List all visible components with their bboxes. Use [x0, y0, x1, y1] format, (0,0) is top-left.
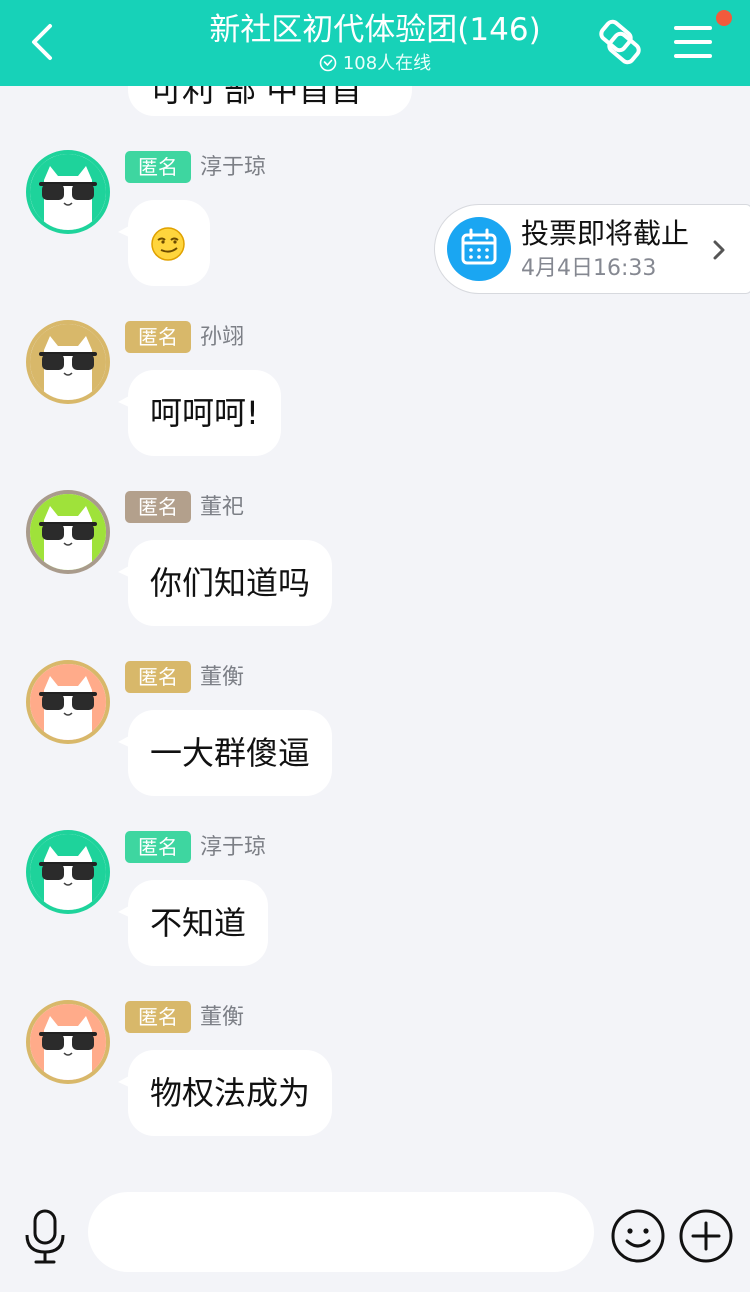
group-link-button[interactable] [592, 18, 646, 68]
chat-messages[interactable]: 可利 部 中首首 匿名 淳于琼 😏 [0, 86, 750, 1176]
message-bubble[interactable]: 😏 [118, 200, 210, 286]
chat-header: 新社区初代体验团(146) 108人在线 [0, 0, 750, 86]
message-bubble[interactable]: 呵呵呵! [118, 370, 281, 456]
avatar[interactable] [26, 150, 110, 234]
message-text: 呵呵呵! [150, 394, 259, 432]
bubble-tail [118, 730, 140, 752]
emoji-button[interactable] [610, 1208, 666, 1264]
message-bubble[interactable]: 一大群傻逼 [118, 710, 333, 796]
voice-button[interactable] [22, 1208, 68, 1266]
input-bar [0, 1176, 750, 1292]
chat-message: 匿名 孙翊 呵呵呵! [0, 320, 750, 480]
smirk-emoji-icon [151, 227, 185, 261]
bubble-tail [118, 220, 140, 242]
avatar[interactable] [26, 1000, 110, 1084]
cat-sunglasses-icon [30, 494, 106, 570]
sender-name: 孙翊 [200, 325, 245, 350]
vote-title: 投票即将截止 [521, 217, 690, 250]
sender-name: 董衡 [200, 1005, 245, 1030]
avatar[interactable] [26, 660, 110, 744]
vote-deadline-card[interactable]: 投票即将截止 4月4日16:33 [434, 204, 750, 294]
sender-name: 淳于琼 [200, 155, 267, 180]
online-count-text: 108人在线 [342, 53, 432, 74]
anonymous-tag: 匿名 [125, 491, 191, 523]
sender-name: 董祀 [200, 495, 245, 520]
message-text: 你们知道吗 [150, 564, 311, 602]
chat-message: 匿名 董衡 一大群傻逼 [0, 660, 750, 820]
more-button[interactable] [678, 1208, 734, 1264]
sender-name: 淳于琼 [200, 835, 267, 860]
avatar[interactable] [26, 320, 110, 404]
message-text: 可利 部 中首首 [150, 86, 363, 109]
check-circle-icon [319, 54, 337, 72]
message-text: 一大群傻逼 [150, 734, 311, 772]
calendar-icon [447, 217, 511, 281]
avatar[interactable] [26, 830, 110, 914]
anonymous-tag: 匿名 [125, 831, 191, 863]
cat-sunglasses-icon [30, 154, 106, 230]
cat-sunglasses-icon [30, 324, 106, 400]
microphone-icon [25, 1209, 65, 1264]
bubble-tail [118, 390, 140, 412]
sender-name: 董衡 [200, 665, 245, 690]
link-tag-icon [599, 19, 641, 65]
message-text: 物权法成为 [150, 1074, 311, 1112]
plus-icon [679, 1209, 733, 1263]
anonymous-tag: 匿名 [125, 661, 191, 693]
message-bubble-partial[interactable]: 可利 部 中首首 [128, 86, 412, 116]
anonymous-tag: 匿名 [125, 1001, 191, 1033]
smiley-icon [611, 1209, 665, 1263]
anonymous-tag: 匿名 [125, 321, 191, 353]
avatar[interactable] [26, 490, 110, 574]
message-text: 不知道 [150, 904, 247, 942]
message-input[interactable] [88, 1192, 594, 1272]
cat-sunglasses-icon [30, 1004, 106, 1080]
bubble-tail [118, 560, 140, 582]
chat-message: 匿名 董衡 物权法成为 [0, 1000, 750, 1160]
bubble-tail [118, 1070, 140, 1092]
menu-button[interactable] [670, 18, 720, 66]
chevron-right-icon [713, 240, 725, 260]
cat-sunglasses-icon [30, 664, 106, 740]
hamburger-icon [674, 26, 712, 58]
vote-deadline-time: 4月4日16:33 [521, 256, 657, 281]
message-bubble[interactable]: 不知道 [118, 880, 269, 966]
chat-message: 匿名 董祀 你们知道吗 [0, 490, 750, 650]
bubble-tail [118, 900, 140, 922]
chat-message: 匿名 淳于琼 不知道 [0, 830, 750, 990]
message-bubble[interactable]: 物权法成为 [118, 1050, 333, 1136]
message-bubble[interactable]: 你们知道吗 [118, 540, 333, 626]
notification-dot [716, 10, 732, 26]
cat-sunglasses-icon [30, 834, 106, 910]
anonymous-tag: 匿名 [125, 151, 191, 183]
